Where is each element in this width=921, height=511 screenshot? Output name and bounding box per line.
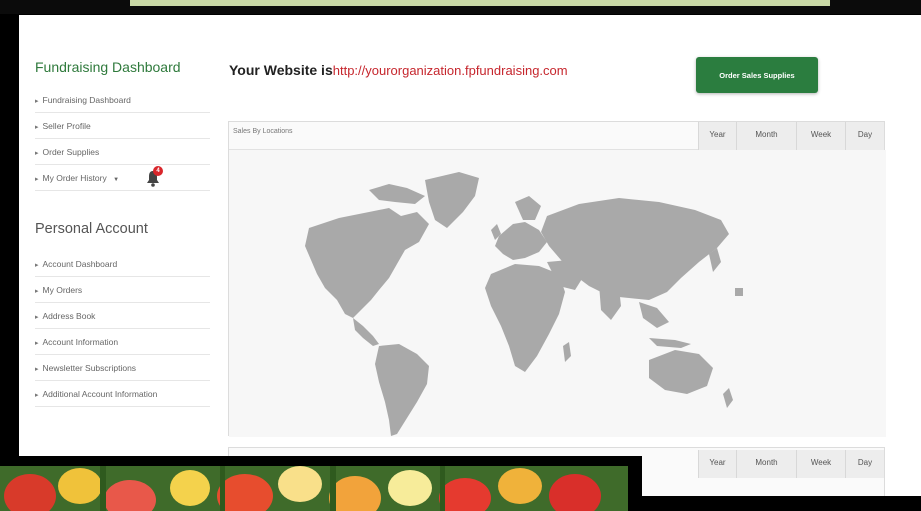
period-tabs: Year Month Week Day <box>698 122 884 150</box>
card-title: Sales By Locations <box>233 128 293 135</box>
top-banner-edge <box>130 0 830 6</box>
sidebar-item-label: Fundraising Dashboard <box>42 95 131 105</box>
map-region-europe <box>495 222 547 260</box>
map-region-australia <box>649 350 713 394</box>
chevron-right-icon: ▸ <box>35 340 39 347</box>
sidebar-item-label: Order Supplies <box>42 147 100 157</box>
map-region-greenland <box>425 172 479 228</box>
chevron-right-icon: ▸ <box>35 366 39 373</box>
chevron-right-icon: ▸ <box>35 314 39 321</box>
period-tabs-secondary: Year Month Week Day <box>698 450 884 478</box>
map-region-pacific-island <box>735 288 743 296</box>
tab-day-secondary[interactable]: Day <box>845 450 884 478</box>
sidebar-item-seller-profile[interactable]: ▸ Seller Profile <box>35 113 210 139</box>
chevron-right-icon: ▸ <box>35 150 39 157</box>
sidebar-item-label: My Orders <box>42 285 83 295</box>
sidebar-item-account-information[interactable]: ▸ Account Information <box>35 329 210 355</box>
tulip-photo <box>0 466 628 511</box>
tab-year-secondary[interactable]: Year <box>698 450 736 478</box>
sidebar-item-label: Additional Account Information <box>42 389 158 399</box>
sidebar-item-my-order-history[interactable]: ▸ My Order History ▼ 4 <box>35 165 210 191</box>
map-region-scandinavia <box>515 196 541 220</box>
chevron-right-icon: ▸ <box>35 262 39 269</box>
sidebar-item-newsletter-subscriptions[interactable]: ▸ Newsletter Subscriptions <box>35 355 210 381</box>
card-header: Sales By Locations Year Month Week Day <box>229 122 884 150</box>
dashboard-panel: Fundraising Dashboard ▸ Fundraising Dashb… <box>19 15 921 511</box>
sidebar-item-address-book[interactable]: ▸ Address Book <box>35 303 210 329</box>
map-region-new-zealand <box>723 388 733 408</box>
website-line: Your Website ishttp://yourorganization.f… <box>229 62 568 80</box>
sidebar: Fundraising Dashboard ▸ Fundraising Dashb… <box>35 59 210 407</box>
sidebar-item-order-supplies[interactable]: ▸ Order Supplies <box>35 139 210 165</box>
chevron-right-icon: ▸ <box>35 124 39 131</box>
personal-account-title: Personal Account <box>35 221 148 237</box>
sidebar-item-label: Newsletter Subscriptions <box>42 363 137 373</box>
sales-by-locations-card: Sales By Locations Year Month Week Day <box>228 121 886 437</box>
chevron-right-icon: ▸ <box>35 288 39 295</box>
tab-week-secondary[interactable]: Week <box>796 450 845 478</box>
map-region-canada-islands <box>369 184 425 204</box>
world-map-svg <box>305 172 743 436</box>
sidebar-item-label: My Order History <box>42 173 107 183</box>
map-region-africa <box>485 264 565 372</box>
website-label: Your Website is <box>229 62 333 78</box>
top-strip <box>0 0 921 14</box>
world-map[interactable] <box>229 150 886 437</box>
tab-month-secondary[interactable]: Month <box>736 450 796 478</box>
map-region-central-america <box>353 318 379 346</box>
sidebar-item-label: Account Dashboard <box>42 259 118 269</box>
sidebar-item-fundraising-dashboard[interactable]: ▸ Fundraising Dashboard <box>35 87 210 113</box>
chevron-right-icon: ▸ <box>35 176 39 183</box>
sidebar-item-account-dashboard[interactable]: ▸ Account Dashboard <box>35 251 210 277</box>
map-region-indonesia <box>649 338 691 348</box>
map-region-madagascar <box>563 342 571 362</box>
sidebar-item-label: Account Information <box>42 337 119 347</box>
sidebar-item-label: Address Book <box>42 311 96 321</box>
sidebar-item-additional-account-information[interactable]: ▸ Additional Account Information <box>35 381 210 407</box>
tab-month[interactable]: Month <box>736 122 796 150</box>
chevron-right-icon: ▸ <box>35 392 39 399</box>
notification-badge: 4 <box>153 166 163 176</box>
website-url-link[interactable]: http://yourorganization.fpfundraising.co… <box>333 63 568 78</box>
map-region-south-america <box>375 344 429 436</box>
overlay-frame-right <box>634 496 921 511</box>
fundraising-dashboard-title: Fundraising Dashboard <box>35 59 181 75</box>
chevron-right-icon: ▸ <box>35 98 39 105</box>
tab-year[interactable]: Year <box>698 122 736 150</box>
tulip-photo-art <box>0 466 628 511</box>
map-region-india <box>599 284 621 320</box>
map-region-north-america <box>305 208 429 318</box>
sidebar-item-my-orders[interactable]: ▸ My Orders <box>35 277 210 303</box>
dropdown-arrow-icon: ▼ <box>113 177 120 183</box>
tab-week[interactable]: Week <box>796 122 845 150</box>
sidebar-item-label: Seller Profile <box>42 121 91 131</box>
tab-day[interactable]: Day <box>845 122 884 150</box>
map-region-southeast-asia <box>639 302 669 328</box>
order-sales-supplies-button[interactable]: Order Sales Supplies <box>696 57 818 93</box>
